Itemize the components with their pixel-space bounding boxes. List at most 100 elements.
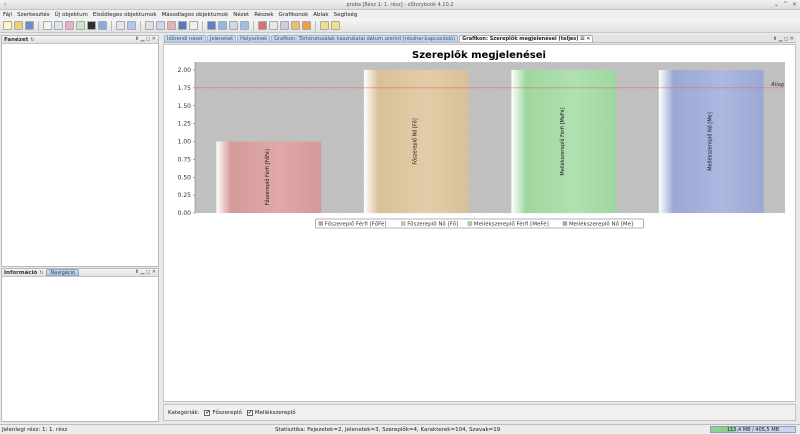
menu-file[interactable]: Fájl [3, 12, 12, 18]
checkbox-checked-icon[interactable]: ✔ [204, 409, 211, 416]
tab-chrono-view[interactable]: Időrendi nézet [164, 35, 206, 42]
memory-indicator[interactable]: 113,4 MB / 405,5 MB [710, 426, 796, 433]
chrono-view-icon[interactable] [116, 21, 125, 30]
chart-icon[interactable] [258, 21, 267, 30]
menu-help[interactable]: Segítség [334, 12, 358, 18]
y-tick-label: 0.75 [178, 156, 192, 163]
category-filter-label: Kategóriák: [168, 409, 200, 416]
category-filter-bar: Kategóriák: ✔ Főszereplő ✔ Mellékszerepl… [163, 404, 796, 421]
panel-window-controls[interactable]: ⬆ ▁ ◻ ✕ [135, 36, 156, 42]
legend-label: Mellékszereplő Nő [Me] [569, 221, 633, 228]
menu-parts[interactable]: Részek [254, 12, 273, 18]
tab-window-controls[interactable]: ⬆ ▁ ◻ ✕ [773, 36, 794, 42]
window-title: proba [Rész 1: 1. rész] - oStorybook 4.1… [346, 2, 454, 8]
toolbar-separator [202, 20, 203, 31]
checkbox-checked-icon[interactable]: ✔ [246, 409, 253, 416]
open-folder-icon[interactable] [14, 21, 23, 30]
memoria-icon[interactable] [167, 21, 176, 30]
tree-view-panel: Fanézet ↻ ⬆ ▁ ◻ ✕ [1, 35, 159, 267]
chart-legend: Főszereplő Férfi [FőFé] Főszereplő Nő [Fő… [315, 218, 644, 229]
menu-view[interactable]: Nézet [233, 12, 249, 18]
tree-view-panel-header: Fanézet ↻ ⬆ ▁ ◻ ✕ [2, 36, 158, 44]
y-tick-label: 0.50 [178, 174, 192, 181]
minimize-icon[interactable]: ⌄ [774, 1, 779, 8]
items-icon[interactable] [240, 21, 249, 30]
preview-icon[interactable] [291, 21, 300, 30]
side-character-checkbox[interactable]: ✔ Mellékszereplő [246, 409, 296, 416]
locations-icon[interactable] [218, 21, 227, 30]
toolbar-separator [111, 20, 112, 31]
legend-swatch [401, 221, 406, 226]
list-view-icon[interactable] [189, 21, 198, 30]
window-controls: ⌄ ^ ✕ [774, 1, 797, 8]
idea-icon[interactable] [302, 21, 311, 30]
tree-view-panel-title: Fanézet [4, 36, 29, 43]
toolbar-separator [140, 20, 141, 31]
current-part-status: Jelenlegi rész: 1: 1. rész [2, 427, 68, 433]
y-tick-label: 1.00 [178, 139, 192, 146]
save-icon[interactable] [25, 21, 34, 30]
y-axis: 0.00 0.25 0.50 0.75 1.00 1.25 1.50 1.75 2.00 [178, 62, 196, 217]
menu-charts[interactable]: Grafikonok [279, 12, 309, 18]
refresh-icon[interactable]: ↻ [39, 270, 43, 276]
tree-view-icon[interactable] [178, 21, 187, 30]
bar-label: Főszereplő Nő [Fő] [412, 118, 418, 164]
info-panel-header: Információ ↻ Navigáció ⬆ ▁ ◻ ✕ [2, 269, 158, 277]
manage-view-icon[interactable] [145, 21, 154, 30]
tags-icon[interactable] [229, 21, 238, 30]
main-character-checkbox-label: Főszereplő [212, 409, 242, 416]
print-icon[interactable] [269, 21, 278, 30]
refresh-icon[interactable]: ↻ [30, 37, 34, 43]
book-view-icon[interactable] [127, 21, 136, 30]
toolbar-separator [38, 20, 39, 31]
menu-bar: Fájl Szerkesztés Új objektum Elsődleges … [0, 10, 800, 19]
toolbar [0, 19, 800, 33]
legend-label: Főszereplő Férfi [FőFé] [325, 221, 387, 228]
tab-locations[interactable]: Helyszínek [237, 35, 271, 42]
legend-swatch [562, 221, 568, 226]
new-item-icon[interactable] [87, 21, 96, 30]
statistics-status: Statisztika: Fejezetek=2, Jelenetek=3, S… [275, 427, 501, 433]
reading-view-icon[interactable] [156, 21, 165, 30]
new-chapter-icon[interactable] [43, 21, 52, 30]
info-panel-title[interactable]: Információ [4, 270, 37, 276]
new-file-icon[interactable] [3, 21, 12, 30]
new-scene-icon[interactable] [54, 21, 63, 30]
new-location-icon[interactable] [76, 21, 85, 30]
tab-scenes[interactable]: Jelenetek [206, 35, 237, 42]
legend-label: Főszereplő Nő [Fő] [407, 222, 458, 228]
y-tick-label: 1.75 [178, 85, 192, 92]
persons-icon[interactable] [207, 21, 216, 30]
panel-window-controls[interactable]: ⬆ ▁ ◻ ✕ [135, 269, 156, 275]
memory-text: 113,4 MB / 405,5 MB [726, 427, 780, 433]
main-character-checkbox[interactable]: ✔ Főszereplő [204, 409, 242, 416]
maximize-icon[interactable]: ^ [783, 1, 788, 8]
menu-primary-objects[interactable]: Elsődleges objektumok [93, 12, 157, 18]
chart-title: Szereplők megjelenései [412, 49, 546, 61]
menu-edit[interactable]: Szerkesztés [17, 12, 50, 18]
legend-swatch [318, 221, 323, 226]
new-tag-icon[interactable] [98, 21, 107, 30]
close-icon[interactable]: ✕ [792, 1, 797, 8]
toolbar-separator [253, 20, 254, 31]
tab-navigation[interactable]: Navigáció [46, 269, 80, 276]
menu-secondary-objects[interactable]: Másodlagos objektumok [162, 12, 229, 18]
export-icon[interactable] [280, 21, 289, 30]
legend-swatch [467, 221, 473, 226]
tab-chart-strands[interactable]: Grafikon: Történetszálak használatai dát… [271, 35, 459, 42]
y-tick-label: 0.00 [178, 210, 192, 217]
bar-label: Főszereplő Férfi [FőFé] [264, 149, 271, 205]
document-tabs: Időrendi nézet Jelenetek Helyszínek Graf… [163, 35, 796, 43]
toolbar-separator [315, 20, 316, 31]
back-icon[interactable] [320, 21, 329, 30]
y-tick-label: 1.25 [178, 121, 192, 128]
side-character-checkbox-label: Mellékszereplő [254, 409, 296, 416]
new-person-icon[interactable] [65, 21, 74, 30]
forward-icon[interactable] [331, 21, 340, 30]
y-tick-label: 0.25 [178, 192, 192, 199]
menu-window[interactable]: Ablak [313, 12, 328, 18]
status-bar: Jelenlegi rész: 1: 1. rész Statisztika: … [0, 424, 800, 434]
menu-new-object[interactable]: Új objektum [55, 12, 88, 18]
bar-label: Mellékszereplő Férfi [MeFé] [559, 107, 566, 175]
tab-chart-appearances[interactable]: Grafikon: Szereplők megjelenései (teljes… [459, 35, 594, 42]
